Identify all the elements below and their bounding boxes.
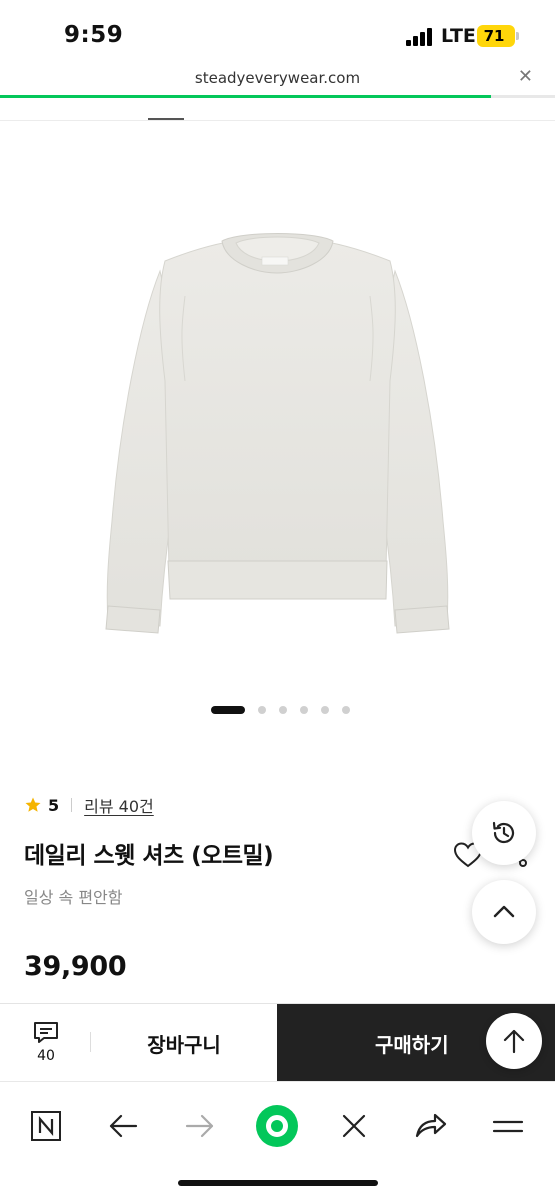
battery-level: 71 [483,27,505,45]
home-indicator [178,1180,378,1186]
battery-cap [516,32,519,40]
pager-dot[interactable] [342,706,350,714]
product-image[interactable] [0,121,555,691]
share-arrow-icon [415,1113,447,1138]
network-label: LTE [441,25,476,47]
green-home-button[interactable] [253,1102,301,1150]
close-icon[interactable]: ✕ [518,66,533,87]
pager-dot[interactable] [279,706,287,714]
battery-icon: 71 [477,25,515,47]
product-title: 데일리 스웻 셔츠 (오트밀) [24,843,274,869]
page-load-progress-fill [0,95,492,98]
comment-count: 40 [37,1048,55,1064]
back-arrow-icon [109,1114,138,1138]
pager-dot[interactable] [300,706,308,714]
review-count-link[interactable]: 리뷰 40건 [84,793,154,817]
purchase-bar: 40 장바구니 구매하기 [0,1003,555,1082]
forward-arrow-icon [185,1114,214,1138]
pager-dot[interactable] [258,706,266,714]
pager-dot[interactable] [321,706,329,714]
page-load-progress [0,95,555,98]
purchase-divider [90,1032,91,1052]
product-price: 39,900 [24,951,127,982]
image-pager[interactable] [0,705,555,715]
naver-n-icon [31,1111,61,1141]
comment-button[interactable]: 40 [20,1018,72,1070]
share-page-button[interactable] [407,1102,455,1150]
product-subtitle: 일상 속 편안함 [24,888,123,907]
rating-divider [71,798,73,812]
comment-icon [34,1022,58,1043]
add-to-cart-button[interactable]: 장바구니 [92,1004,276,1082]
pager-dot-active[interactable] [211,706,245,714]
green-home-icon [256,1105,298,1147]
scroll-up-button[interactable] [472,880,536,944]
recent-history-button[interactable] [472,801,536,865]
status-bar: 9:59 LTE 71 [0,0,555,66]
signal-icon [406,28,436,46]
back-button[interactable] [99,1102,147,1150]
naver-n-button[interactable] [22,1102,70,1150]
forward-button[interactable] [176,1102,224,1150]
status-time: 9:59 [64,22,124,48]
star-icon [25,797,41,812]
menu-icon [492,1120,524,1133]
close-tab-button[interactable] [330,1102,378,1150]
scroll-to-top-button[interactable] [486,1013,542,1069]
history-icon [492,821,515,844]
url-bar[interactable]: steadyeverywear.com ✕ [0,66,555,96]
sweatshirt-illustration [105,233,450,634]
arrow-up-icon [503,1029,525,1054]
rating-row: 5 리뷰 40건 [24,793,154,817]
url-text[interactable]: steadyeverywear.com [0,69,555,87]
menu-button[interactable] [484,1102,532,1150]
rating-score: 5 [48,795,60,815]
chevron-up-icon [493,905,515,918]
close-icon [342,1114,366,1138]
